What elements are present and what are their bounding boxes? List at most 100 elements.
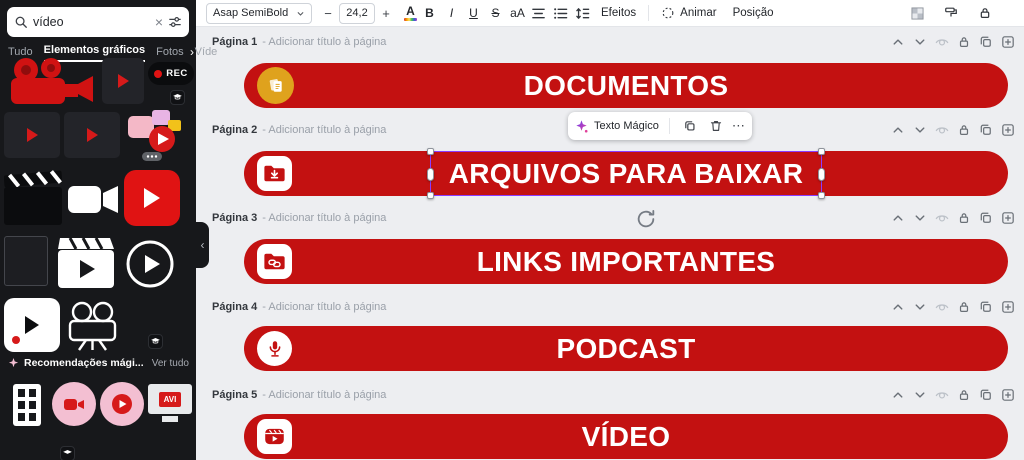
text-case-button[interactable]: aA — [508, 3, 527, 24]
duplicate-page-icon[interactable] — [977, 34, 994, 51]
rec-badge-thumb[interactable]: REC — [148, 62, 194, 85]
transparency-icon[interactable] — [906, 3, 928, 24]
banner-arquivos[interactable]: ARQUIVOS PARA BAIXAR — [244, 148, 1008, 199]
duplicate-page-icon[interactable] — [977, 210, 994, 227]
lock-icon[interactable] — [974, 3, 996, 24]
add-page-icon[interactable] — [999, 299, 1016, 316]
video-thumb-dark-3[interactable] — [64, 112, 120, 158]
banner-video[interactable]: VÍDEO — [244, 414, 1008, 459]
magic-text-button[interactable]: Texto Mágico — [574, 119, 659, 134]
tab-fotos[interactable]: Fotos — [156, 46, 184, 62]
duplicate-page-icon[interactable] — [977, 299, 994, 316]
move-page-up-icon[interactable] — [889, 122, 906, 139]
add-page-icon[interactable] — [999, 34, 1016, 51]
film-strip-thumb[interactable] — [8, 382, 46, 428]
selection-handle[interactable] — [427, 148, 434, 155]
avi-monitor-thumb[interactable]: AVI — [148, 384, 192, 428]
hide-page-icon[interactable] — [933, 387, 950, 404]
page-title-placeholder[interactable]: - Adicionar título à página — [262, 389, 386, 401]
play-circle-pink-thumb[interactable] — [100, 382, 144, 426]
video-thumb-dark-2[interactable] — [4, 112, 60, 158]
lock-page-icon[interactable] — [955, 299, 972, 316]
camera-circle-thumb[interactable] — [52, 382, 96, 426]
page-title-placeholder[interactable]: - Adicionar título à página — [262, 124, 386, 136]
animate-button[interactable]: Animar — [653, 3, 724, 24]
filter-icon[interactable] — [168, 15, 182, 29]
frame-thumb[interactable] — [4, 236, 48, 286]
banner-documentos[interactable]: DOCUMENTOS — [244, 63, 1008, 108]
font-select[interactable]: Asap SemiBold — [206, 2, 312, 24]
page-label[interactable]: Página 1 — [212, 36, 257, 48]
page-label[interactable]: Página 5 — [212, 389, 257, 401]
spacing-icon[interactable] — [571, 3, 593, 24]
copy-style-icon[interactable] — [940, 3, 962, 24]
film-clip-thumb[interactable] — [4, 298, 60, 352]
tabs-overflow-chevron-icon[interactable]: › — [190, 45, 194, 59]
selection-handle[interactable] — [427, 168, 434, 181]
move-page-down-icon[interactable] — [911, 299, 928, 316]
move-page-down-icon[interactable] — [911, 210, 928, 227]
effects-button[interactable]: Efeitos — [593, 3, 644, 24]
bold-button[interactable]: B — [420, 3, 439, 24]
see-all-link[interactable]: Ver tudo — [152, 358, 189, 369]
retro-camera-outline-thumb[interactable] — [66, 300, 124, 352]
delete-icon[interactable] — [706, 116, 726, 136]
lock-page-icon[interactable] — [955, 122, 972, 139]
italic-button[interactable]: I — [442, 3, 461, 24]
duplicate-icon[interactable] — [680, 116, 700, 136]
strikethrough-button[interactable]: S — [486, 3, 505, 24]
circle-play-thumb[interactable] — [124, 238, 176, 290]
megaphone-3d-thumb[interactable] — [124, 106, 186, 164]
hide-page-icon[interactable] — [933, 299, 950, 316]
banner-podcast[interactable]: PODCAST — [244, 326, 1008, 371]
increase-font-size-button[interactable]: + — [378, 6, 394, 21]
banner-links[interactable]: LINKS IMPORTANTES — [244, 239, 1008, 284]
selection-handle[interactable] — [818, 192, 825, 199]
page-label[interactable]: Página 2 — [212, 124, 257, 136]
move-page-up-icon[interactable] — [889, 34, 906, 51]
text-color-button[interactable]: A — [404, 4, 417, 22]
move-page-down-icon[interactable] — [911, 122, 928, 139]
duplicate-page-icon[interactable] — [977, 387, 994, 404]
move-page-up-icon[interactable] — [889, 210, 906, 227]
selection-handle[interactable] — [818, 168, 825, 181]
alignment-icon[interactable] — [527, 3, 549, 24]
page-title-placeholder[interactable]: - Adicionar título à página — [262, 301, 386, 313]
move-page-down-icon[interactable] — [911, 34, 928, 51]
play-button-square-thumb[interactable] — [124, 170, 180, 226]
lock-page-icon[interactable] — [955, 387, 972, 404]
red-movie-camera-thumb[interactable] — [4, 56, 98, 108]
clapper-play-thumb[interactable] — [56, 236, 116, 292]
hide-page-icon[interactable] — [933, 122, 950, 139]
page-title-placeholder[interactable]: - Adicionar título à página — [262, 36, 386, 48]
list-icon[interactable] — [549, 3, 571, 24]
page-label[interactable]: Página 3 — [212, 212, 257, 224]
decrease-font-size-button[interactable]: − — [320, 6, 336, 21]
duplicate-page-icon[interactable] — [977, 122, 994, 139]
lock-page-icon[interactable] — [955, 210, 972, 227]
camcorder-thumb[interactable] — [66, 178, 120, 220]
font-size-value[interactable]: 24,2 — [339, 2, 375, 24]
underline-button[interactable]: U — [464, 3, 483, 24]
selection-handle[interactable] — [427, 192, 434, 199]
more-options-icon[interactable]: ⋯ — [732, 118, 746, 134]
sidebar-collapse-handle[interactable]: ‹ — [196, 222, 209, 268]
move-page-up-icon[interactable] — [889, 387, 906, 404]
move-page-down-icon[interactable] — [911, 387, 928, 404]
clapperboard-thumb[interactable] — [3, 170, 63, 228]
add-page-icon[interactable] — [999, 122, 1016, 139]
clear-search-icon[interactable]: × — [155, 15, 163, 29]
hide-page-icon[interactable] — [933, 34, 950, 51]
page-label[interactable]: Página 4 — [212, 301, 257, 313]
hide-page-icon[interactable] — [933, 210, 950, 227]
video-thumb-dark-1[interactable] — [102, 58, 144, 104]
search-input[interactable] — [33, 15, 150, 29]
selection-handle[interactable] — [818, 148, 825, 155]
position-button[interactable]: Posição — [725, 3, 782, 24]
add-page-icon[interactable] — [999, 387, 1016, 404]
lock-page-icon[interactable] — [955, 34, 972, 51]
page-title-placeholder[interactable]: - Adicionar título à página — [262, 212, 386, 224]
add-page-icon[interactable] — [999, 210, 1016, 227]
move-page-up-icon[interactable] — [889, 299, 906, 316]
tab-video[interactable]: Víde — [195, 46, 218, 62]
